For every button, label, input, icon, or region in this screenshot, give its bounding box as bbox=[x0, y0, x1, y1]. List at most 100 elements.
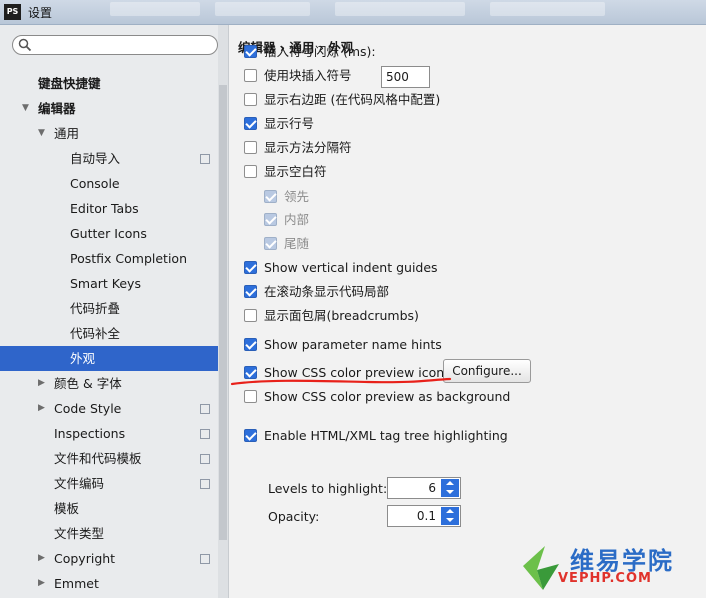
checkbox-unchecked-icon[interactable] bbox=[244, 390, 257, 403]
checkbox-checked-icon[interactable] bbox=[244, 338, 257, 351]
collapse-arrow-icon[interactable]: ▶ bbox=[38, 371, 45, 396]
opacity-spinner[interactable]: 0.1 bbox=[387, 505, 461, 527]
sidebar-item[interactable]: Postfix Completion bbox=[0, 246, 228, 271]
levels-label: Levels to highlight: bbox=[268, 481, 388, 496]
sidebar-item-label: Smart Keys bbox=[70, 276, 141, 291]
sidebar-item-label: Inspections bbox=[54, 426, 126, 441]
collapse-arrow-icon[interactable]: ▶ bbox=[38, 546, 45, 571]
option-label: 显示面包屑(breadcrumbs) bbox=[264, 308, 419, 323]
app-logo-icon: PS bbox=[4, 4, 21, 20]
settings-sidebar: 键盘快捷键 ▼ 编辑器 ▼ 通用自动导入 Console Editor Tabs Gutter… bbox=[0, 25, 228, 598]
sidebar-item[interactable]: ▶ 颜色 & 字体 bbox=[0, 371, 228, 396]
sidebar-item[interactable]: 代码补全 bbox=[0, 321, 228, 346]
sidebar-scrollbar-thumb[interactable] bbox=[219, 85, 227, 540]
sidebar-item-label: 文件编码 bbox=[54, 476, 105, 491]
checkbox-unchecked-icon[interactable] bbox=[244, 165, 257, 178]
sidebar-item[interactable]: ▶ Code Style bbox=[0, 396, 228, 421]
expand-arrow-icon[interactable]: ▼ bbox=[38, 121, 45, 146]
sidebar-item-label: 编辑器 bbox=[38, 101, 76, 116]
option-label: 尾随 bbox=[284, 236, 310, 251]
sidebar-item[interactable]: ▼ 编辑器 bbox=[0, 96, 228, 121]
checkbox-checked-icon[interactable] bbox=[244, 45, 257, 58]
option-label: Show parameter name hints bbox=[264, 337, 442, 352]
checkbox-checked-icon[interactable] bbox=[244, 285, 257, 298]
caret-blink-input[interactable]: 500 bbox=[381, 66, 430, 88]
search-input[interactable] bbox=[35, 37, 210, 52]
sidebar-item[interactable]: Inspections bbox=[0, 421, 228, 446]
window-title: 设置 bbox=[28, 6, 53, 20]
sidebar-item[interactable]: 自动导入 bbox=[0, 146, 228, 171]
sidebar-item[interactable]: 文件类型 bbox=[0, 521, 228, 546]
checkbox-unchecked-icon[interactable] bbox=[244, 93, 257, 106]
checkbox-unchecked-icon[interactable] bbox=[244, 141, 257, 154]
sidebar-item-label: 代码补全 bbox=[70, 326, 121, 341]
sidebar-item[interactable]: Gutter Icons bbox=[0, 221, 228, 246]
search-box[interactable] bbox=[12, 35, 218, 55]
sidebar-item[interactable]: 文件编码 bbox=[0, 471, 228, 496]
checkbox-checked-icon[interactable] bbox=[244, 429, 257, 442]
levels-spinner[interactable]: 6 bbox=[387, 477, 461, 499]
sidebar-item-label: 颜色 & 字体 bbox=[54, 376, 122, 391]
sidebar-item[interactable]: Console bbox=[0, 171, 228, 196]
spinner-down-icon[interactable] bbox=[441, 516, 459, 525]
background-tab bbox=[215, 2, 310, 16]
option-label: 显示行号 bbox=[264, 116, 315, 131]
sidebar-item-label: Console bbox=[70, 176, 120, 191]
sidebar-item-label: Gutter Icons bbox=[70, 226, 147, 241]
sidebar-item-label: Postfix Completion bbox=[70, 251, 187, 266]
sidebar-item[interactable]: Smart Keys bbox=[0, 271, 228, 296]
sidebar-item[interactable]: Editor Tabs bbox=[0, 196, 228, 221]
spinner-up-icon[interactable] bbox=[441, 507, 459, 516]
project-scope-icon bbox=[197, 551, 210, 564]
sidebar-item-label: 文件和代码模板 bbox=[54, 451, 142, 466]
background-tab bbox=[490, 2, 605, 16]
opacity-label: Opacity: bbox=[268, 509, 320, 524]
sidebar-item-label: 键盘快捷键 bbox=[38, 76, 101, 91]
option-label: 显示右边距 (在代码风格中配置) bbox=[264, 92, 441, 107]
option-label: 内部 bbox=[284, 212, 310, 227]
annotation-underline bbox=[230, 377, 452, 386]
project-scope-icon bbox=[197, 401, 210, 414]
levels-value: 6 bbox=[428, 481, 436, 495]
title-bar: PS 设置 bbox=[0, 0, 706, 25]
sidebar-item-label: 文件类型 bbox=[54, 526, 105, 541]
project-scope-icon bbox=[197, 451, 210, 464]
sidebar-item-label: Emmet bbox=[54, 576, 99, 591]
sidebar-item[interactable]: ▼ 通用 bbox=[0, 121, 228, 146]
project-scope-icon bbox=[197, 426, 210, 439]
option-label: 领先 bbox=[284, 189, 310, 204]
checkbox-unchecked-icon[interactable] bbox=[244, 69, 257, 82]
option-label: 显示空白符 bbox=[264, 164, 327, 179]
option-label: Enable HTML/XML tag tree highlighting bbox=[264, 428, 508, 443]
sidebar-item[interactable]: 代码折叠 bbox=[0, 296, 228, 321]
spinner-down-icon[interactable] bbox=[441, 488, 459, 497]
sidebar-item-label: 自动导入 bbox=[70, 151, 121, 166]
sidebar-item-label: 通用 bbox=[54, 126, 80, 141]
sidebar-item-label: 代码折叠 bbox=[70, 301, 121, 316]
checkbox-checked-icon[interactable] bbox=[244, 261, 257, 274]
sidebar-item[interactable]: ▶ Emmet bbox=[0, 571, 228, 596]
checkbox-unchecked-icon[interactable] bbox=[244, 309, 257, 322]
sidebar-item-label: Editor Tabs bbox=[70, 201, 139, 216]
sidebar-item-label: Code Style bbox=[54, 401, 122, 416]
collapse-arrow-icon[interactable]: ▶ bbox=[38, 396, 45, 421]
option-label: 使用块插入符号 bbox=[264, 68, 352, 83]
sidebar-item[interactable]: ▶ Copyright bbox=[0, 546, 228, 571]
checkbox-checked-icon[interactable] bbox=[244, 117, 257, 130]
option-label: 显示方法分隔符 bbox=[264, 140, 352, 155]
option-label: 在滚动条显示代码局部 bbox=[264, 284, 390, 299]
sidebar-item[interactable]: 外观 bbox=[0, 346, 222, 371]
search-icon bbox=[18, 38, 32, 52]
sidebar-item[interactable]: 键盘快捷键 bbox=[0, 71, 228, 96]
project-scope-icon bbox=[197, 151, 210, 164]
watermark-url: VEPHP.COM bbox=[558, 571, 652, 586]
collapse-arrow-icon[interactable]: ▶ bbox=[38, 571, 45, 596]
checkbox-checked-icon bbox=[264, 190, 277, 203]
sidebar-item-label: Copyright bbox=[54, 551, 116, 566]
expand-arrow-icon[interactable]: ▼ bbox=[22, 96, 29, 121]
opacity-value: 0.1 bbox=[416, 509, 436, 523]
sidebar-item[interactable]: 文件和代码模板 bbox=[0, 446, 228, 471]
sidebar-item[interactable]: 模板 bbox=[0, 496, 228, 521]
checkbox-checked-icon bbox=[264, 237, 277, 250]
spinner-up-icon[interactable] bbox=[441, 479, 459, 488]
